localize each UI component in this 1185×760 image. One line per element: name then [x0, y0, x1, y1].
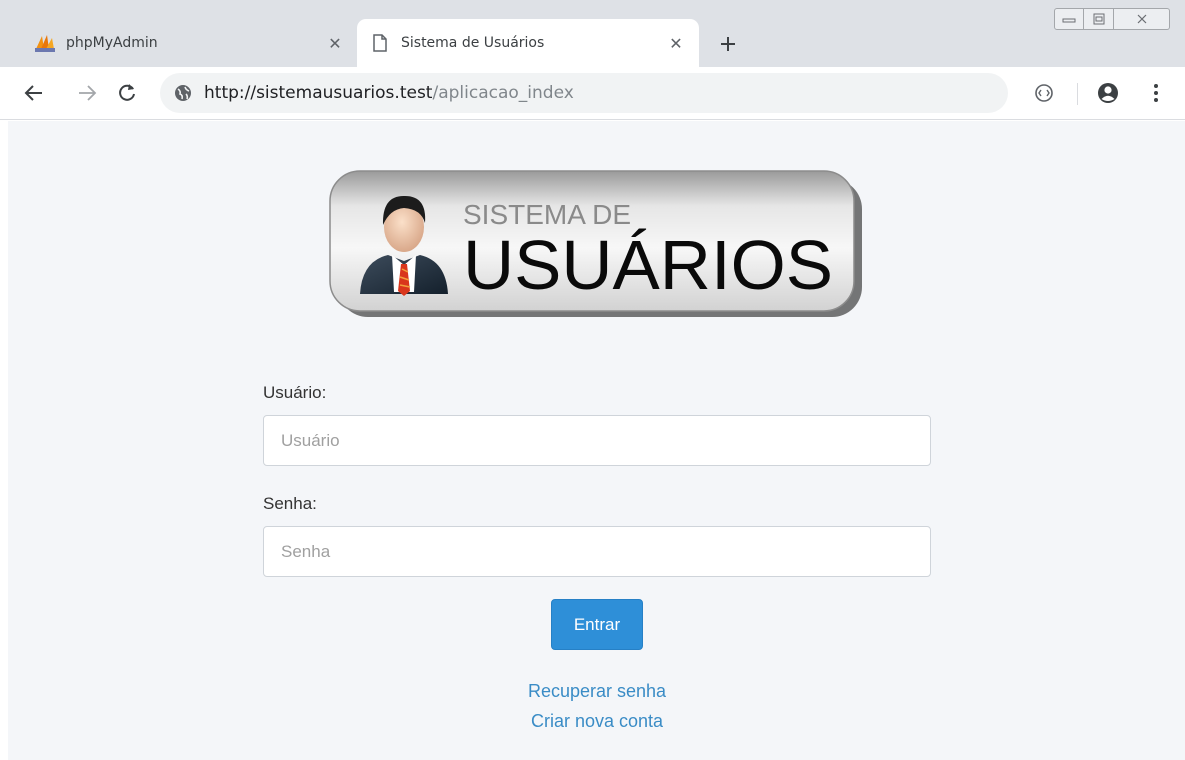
- toolbar-divider: [1077, 83, 1078, 105]
- url-host: http://sistemausuarios.test: [204, 83, 433, 103]
- new-tab-button[interactable]: [714, 30, 742, 58]
- login-button[interactable]: Entrar: [551, 599, 643, 650]
- page-content: SISTEMA DE USUÁRIOS Usuário: Senha: Entr…: [8, 121, 1185, 760]
- globe-icon: [175, 85, 191, 101]
- submit-row: Entrar: [263, 599, 931, 650]
- tab-sistema-usuarios[interactable]: Sistema de Usuários ✕: [357, 19, 699, 67]
- account-circle-icon: [1098, 83, 1118, 103]
- password-input[interactable]: [263, 526, 931, 577]
- extension-button[interactable]: [1031, 80, 1057, 106]
- forward-button[interactable]: [73, 79, 101, 107]
- create-account-link[interactable]: Criar nova conta: [263, 706, 931, 736]
- logo-line2: USUÁRIOS: [463, 226, 833, 304]
- browser-toolbar: http://sistemausuarios.test/aplicacao_in…: [0, 67, 1185, 120]
- tab-phpmyadmin[interactable]: phpMyAdmin ✕: [22, 19, 358, 67]
- minimize-icon: [1062, 18, 1076, 23]
- reload-button[interactable]: [113, 79, 141, 107]
- arrow-right-icon: [79, 85, 97, 101]
- url-text: http://sistemausuarios.test/aplicacao_in…: [204, 83, 574, 103]
- tab-title: phpMyAdmin: [66, 35, 158, 51]
- account-links: Recuperar senha Criar nova conta: [263, 676, 931, 736]
- app-logo: SISTEMA DE USUÁRIOS: [328, 169, 863, 319]
- close-tab-icon[interactable]: ✕: [665, 32, 687, 54]
- maximize-icon: [1093, 13, 1104, 25]
- password-label: Senha:: [263, 494, 317, 513]
- user-label: Usuário:: [263, 383, 327, 402]
- back-button[interactable]: [20, 79, 48, 107]
- phpmyadmin-icon: [34, 32, 56, 54]
- close-icon: [1137, 14, 1146, 24]
- arrow-left-icon: [24, 85, 42, 101]
- reload-icon: [119, 84, 135, 101]
- login-form: Usuário: Senha: Entrar Recuperar senha C…: [263, 379, 931, 736]
- extension-icon: [1035, 84, 1053, 102]
- address-bar[interactable]: http://sistemausuarios.test/aplicacao_in…: [160, 73, 1008, 113]
- url-path: /aplicacao_index: [432, 83, 574, 103]
- user-input[interactable]: [263, 415, 931, 466]
- more-vertical-icon: [1154, 84, 1158, 102]
- plus-icon: [721, 37, 735, 51]
- page-icon: [369, 32, 391, 54]
- close-tab-icon[interactable]: ✕: [324, 32, 346, 54]
- maximize-button[interactable]: [1084, 8, 1114, 30]
- recover-password-link[interactable]: Recuperar senha: [263, 676, 931, 706]
- menu-button[interactable]: [1143, 80, 1169, 106]
- tab-title: Sistema de Usuários: [401, 35, 545, 51]
- minimize-button[interactable]: [1054, 8, 1084, 30]
- tab-strip: phpMyAdmin ✕ Sistema de Usuários ✕: [0, 0, 1185, 67]
- window-close-button[interactable]: [1114, 8, 1170, 30]
- profile-button[interactable]: [1095, 80, 1121, 106]
